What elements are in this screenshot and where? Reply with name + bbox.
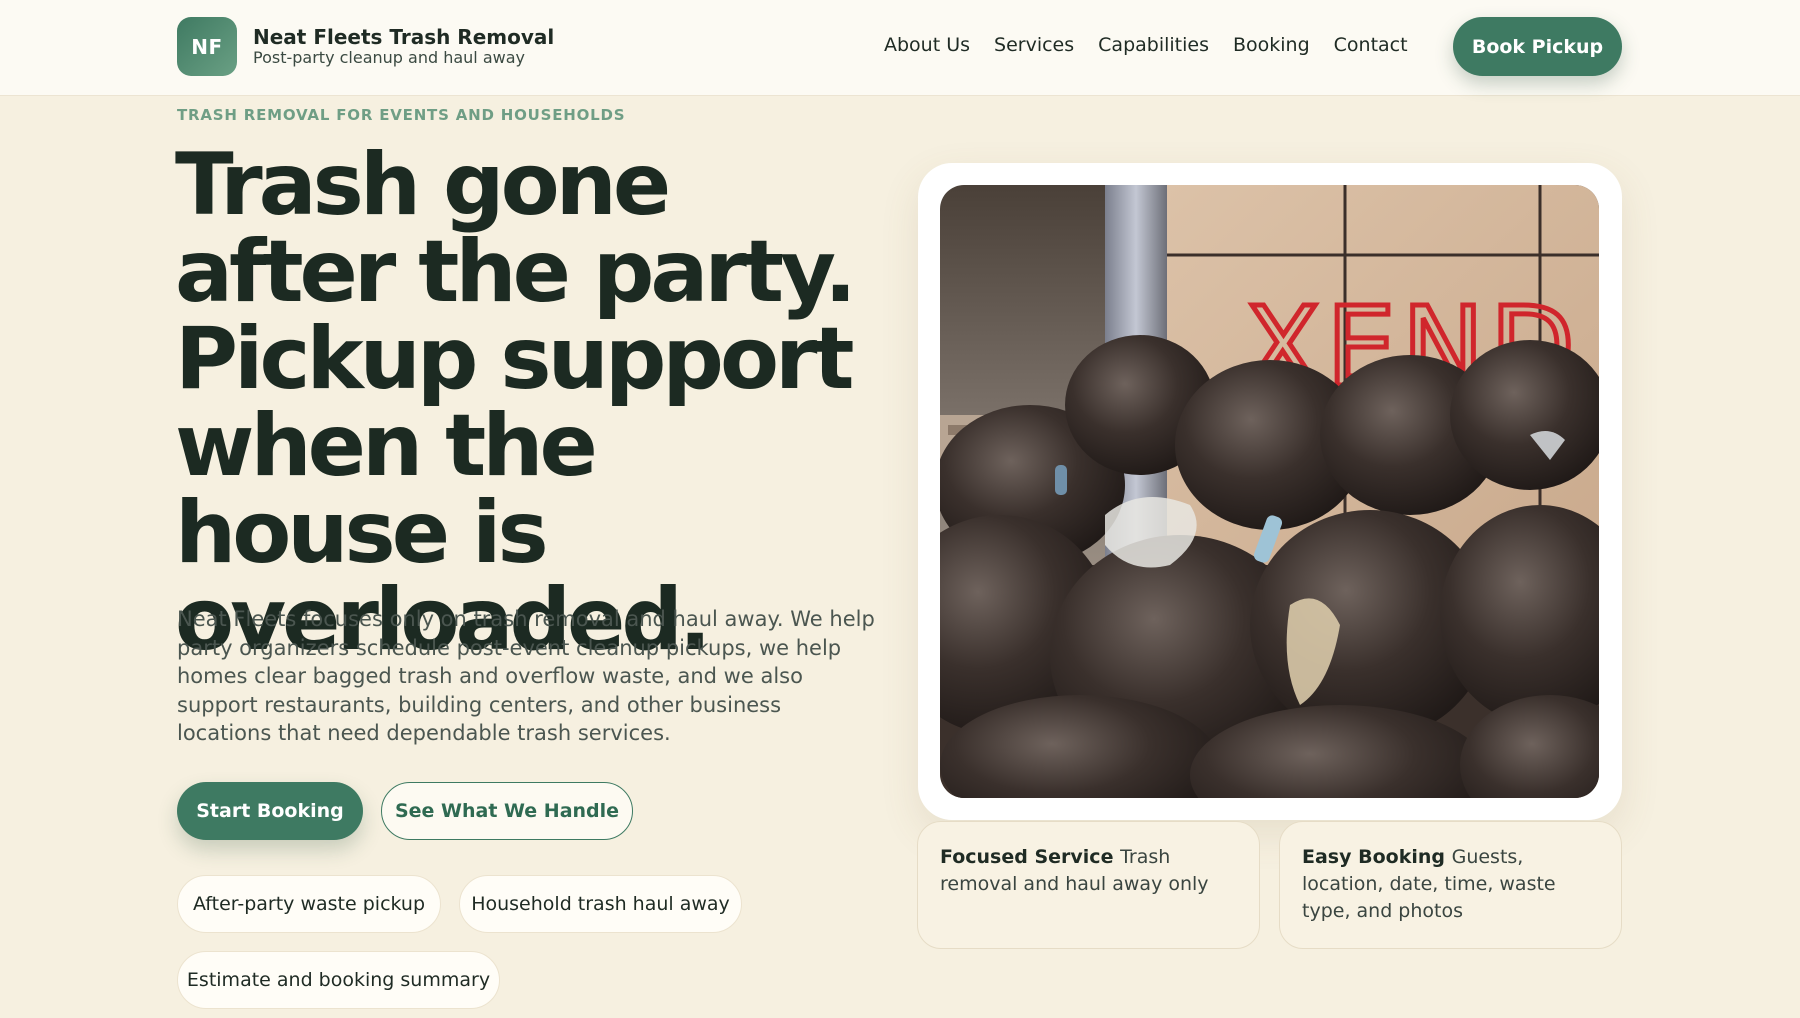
hero-headline: Trash gone after the party. Pickup suppo… [175,135,857,670]
start-booking-button[interactable]: Start Booking [177,782,363,840]
nav-contact[interactable]: Contact [1334,34,1408,56]
focused-service-card: Focused Service Trash removal and haul a… [917,821,1260,949]
trash-bags-photo: XEND [940,185,1599,798]
main-nav: About Us Services Capabilities Booking C… [884,34,1432,56]
nav-about-us[interactable]: About Us [884,34,970,56]
hero-eyebrow: TRASH REMOVAL FOR EVENTS AND HOUSEHOLDS [177,106,626,124]
nav-capabilities[interactable]: Capabilities [1098,34,1209,56]
hero-lead: Neat Fleets focuses only on trash remova… [177,607,875,745]
hero-photo-card: XEND [918,163,1622,820]
book-pickup-button[interactable]: Book Pickup [1453,17,1622,76]
chip-after-party[interactable]: After-party waste pickup [177,875,441,933]
nav-services[interactable]: Services [994,34,1074,56]
focused-service-title: Focused Service [940,846,1121,868]
logo-badge[interactable]: NF [177,17,237,76]
brand-tagline: Post-party cleanup and haul away [253,48,525,67]
chip-estimate[interactable]: Estimate and booking summary [177,951,500,1009]
nav-booking[interactable]: Booking [1233,34,1310,56]
chip-household[interactable]: Household trash haul away [459,875,742,933]
easy-booking-title: Easy Booking [1302,846,1452,868]
see-what-we-handle-button[interactable]: See What We Handle [381,782,633,840]
site-header: NF Neat Fleets Trash Removal Post-party … [0,0,1800,96]
brand-name[interactable]: Neat Fleets Trash Removal [253,25,554,49]
easy-booking-card: Easy Booking Guests, location, date, tim… [1279,821,1622,949]
